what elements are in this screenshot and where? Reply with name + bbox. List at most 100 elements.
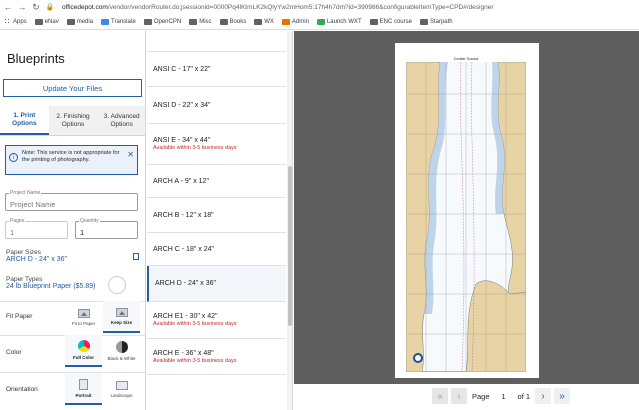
paper-swatch-icon[interactable] bbox=[108, 276, 126, 294]
update-files-button[interactable]: Update Your Files bbox=[3, 79, 142, 97]
bookmark-opencpn[interactable]: OpenCPN bbox=[143, 18, 181, 25]
landscape-option[interactable]: Landscape bbox=[103, 373, 140, 405]
folder-icon bbox=[189, 18, 198, 25]
availability-note: Available within 3-5 business days bbox=[153, 145, 237, 151]
list-item[interactable]: ARCH A - 9" x 12" bbox=[147, 165, 286, 198]
close-icon[interactable]: ✕ bbox=[127, 150, 134, 159]
bookmark-admin[interactable]: Admin bbox=[281, 18, 309, 25]
option-label: Full Color bbox=[73, 355, 94, 360]
size-name: ARCH E - 36" x 48" bbox=[153, 349, 214, 357]
keep-size-option[interactable]: Keep Size bbox=[103, 301, 140, 333]
availability-note: Available within 3-5 business days bbox=[153, 357, 237, 364]
bookmark-label: Translate bbox=[111, 18, 136, 25]
bookmark-label: Launch WXT bbox=[326, 18, 362, 25]
list-item[interactable]: ARCH C - 18" x 24" bbox=[147, 233, 286, 266]
url-path: /vendor/vendorRouter.do;jsessionid=0000P… bbox=[107, 3, 494, 11]
copy-icon[interactable] bbox=[133, 253, 139, 260]
tab-finishing-options[interactable]: 2. Finishing Options bbox=[48, 106, 98, 135]
size-name: ARCH A - 9" x 12" bbox=[153, 177, 209, 185]
address-bar-row: ← → ↻ 🔒 officedepot.com/vendor/vendorRou… bbox=[0, 0, 639, 14]
bookmark-enc-course[interactable]: ENC course bbox=[369, 18, 412, 25]
availability-note: Available within 3-5 business days bbox=[153, 321, 237, 327]
page-title: Blueprints bbox=[7, 51, 65, 66]
list-item[interactable]: ANSI C - 17" x 22" bbox=[147, 52, 286, 87]
portrait-option[interactable]: Portrait bbox=[65, 373, 102, 405]
orientation-label: Orientation bbox=[6, 386, 38, 393]
paper-size-list: ANSI C - 17" x 22" ANSI D - 22" x 34" AN… bbox=[147, 31, 293, 410]
folder-icon bbox=[369, 18, 378, 25]
folder-icon bbox=[419, 18, 428, 25]
lock-icon: 🔒 bbox=[45, 4, 55, 11]
list-item[interactable]: ARCH E - 36" x 48" Available within 3-5 … bbox=[147, 339, 286, 375]
note-text: Note: This service is not appropriate fo… bbox=[22, 150, 120, 163]
portrait-page-icon bbox=[79, 378, 88, 390]
info-icon: i bbox=[9, 153, 18, 162]
address-bar[interactable]: officedepot.com/vendor/vendorRouter.do;j… bbox=[62, 4, 494, 11]
next-page-icon[interactable]: › bbox=[535, 388, 552, 404]
folder-icon bbox=[143, 18, 152, 25]
list-item[interactable]: ARCH E1 - 30" x 42" Available within 3-5… bbox=[147, 302, 286, 339]
bookmark-translate[interactable]: Translate bbox=[101, 18, 136, 25]
full-color-icon bbox=[77, 340, 90, 352]
scrollbar[interactable] bbox=[287, 31, 292, 410]
size-name: ANSI C - 17" x 22" bbox=[153, 65, 211, 73]
project-name-placeholder: Project Name bbox=[10, 200, 56, 209]
option-label: Keep Size bbox=[110, 319, 133, 325]
forward-icon[interactable]: → bbox=[16, 1, 28, 13]
list-item-selected[interactable]: ARCH D - 24" x 36" bbox=[147, 266, 286, 302]
bookmark-misc[interactable]: Misc bbox=[189, 18, 212, 25]
last-page-icon[interactable]: » bbox=[554, 388, 571, 404]
browser-chrome: ← → ↻ 🔒 officedepot.com/vendor/vendorRou… bbox=[0, 0, 639, 30]
folder-icon bbox=[254, 18, 263, 25]
list-item[interactable]: ARCH B - 12" x 18" bbox=[147, 198, 286, 233]
bookmark-starpath[interactable]: Starpath bbox=[419, 18, 453, 25]
option-label: Portrait bbox=[75, 392, 92, 398]
size-name: ARCH D - 24" x 36" bbox=[155, 280, 216, 287]
paper-types-label: Paper Types bbox=[6, 276, 43, 283]
bookmark-apps[interactable]: Apps bbox=[4, 18, 27, 25]
full-color-option[interactable]: Full Color bbox=[65, 335, 102, 367]
tab-advanced-options[interactable]: 3. Advanced Options bbox=[97, 106, 145, 135]
project-name-label: Project Name bbox=[9, 190, 42, 196]
pages-value: 1 bbox=[10, 228, 15, 237]
back-icon[interactable]: ← bbox=[2, 1, 14, 13]
bookmark-launch-wxt[interactable]: Launch WXT bbox=[316, 18, 362, 25]
paper-preview: Center Sound bbox=[395, 43, 539, 378]
color-label: Color bbox=[6, 349, 22, 356]
bookmark-enav[interactable]: eNav bbox=[34, 18, 59, 25]
first-page-icon[interactable]: « bbox=[432, 388, 448, 404]
bookmark-media[interactable]: media bbox=[66, 18, 93, 25]
paper-types-value[interactable]: 24 lb Blueprint Paper ($5.89) bbox=[6, 283, 96, 290]
launch-icon bbox=[316, 18, 325, 25]
black-white-option[interactable]: Black & White bbox=[103, 335, 140, 367]
quantity-field[interactable]: Quantity 1 bbox=[75, 218, 138, 239]
black-white-icon bbox=[115, 341, 128, 353]
bookmark-wx[interactable]: WX bbox=[254, 18, 274, 25]
folder-icon bbox=[219, 18, 228, 25]
bookmark-label: Apps bbox=[13, 18, 27, 25]
tab-print-options[interactable]: 1. Print Options bbox=[0, 106, 49, 135]
prev-page-icon[interactable]: ‹ bbox=[451, 388, 467, 404]
bookmark-label: ENC course bbox=[379, 18, 412, 25]
size-name: ARCH C - 18" x 24" bbox=[153, 245, 214, 253]
reload-icon[interactable]: ↻ bbox=[30, 1, 42, 13]
document-preview: Center Sound « ‹ Page 1 of 1 › » bbox=[294, 31, 639, 410]
bookmark-books[interactable]: Books bbox=[219, 18, 246, 25]
project-name-field[interactable]: Project Name Project Name bbox=[5, 190, 138, 211]
options-tabs: 1. Print Options 2. Finishing Options 3.… bbox=[0, 106, 145, 136]
page-input[interactable]: 1 bbox=[494, 389, 513, 403]
print-options-panel: Blueprints Update Your Files 1. Print Op… bbox=[0, 31, 146, 410]
list-item[interactable] bbox=[147, 31, 286, 52]
translate-icon bbox=[101, 18, 110, 25]
bookmark-label: WX bbox=[264, 18, 274, 25]
fit-paper-label: Fit Paper bbox=[6, 313, 33, 320]
pages-field: Pages 1 bbox=[5, 218, 68, 239]
option-label: Fit to Paper bbox=[71, 320, 96, 326]
nautical-chart-image: Center Sound bbox=[406, 54, 526, 372]
list-item[interactable]: ANSI E - 34" x 44" Available within 3-5 … bbox=[147, 124, 286, 165]
fit-to-paper-option[interactable]: Fit to Paper bbox=[65, 301, 102, 333]
paper-sizes-label: Paper Sizes bbox=[6, 249, 42, 256]
scroll-thumb[interactable] bbox=[288, 166, 292, 326]
list-item[interactable]: ANSI D - 22" x 34" bbox=[147, 87, 286, 124]
paper-sizes-value[interactable]: ARCH D - 24" x 36" bbox=[6, 256, 67, 263]
